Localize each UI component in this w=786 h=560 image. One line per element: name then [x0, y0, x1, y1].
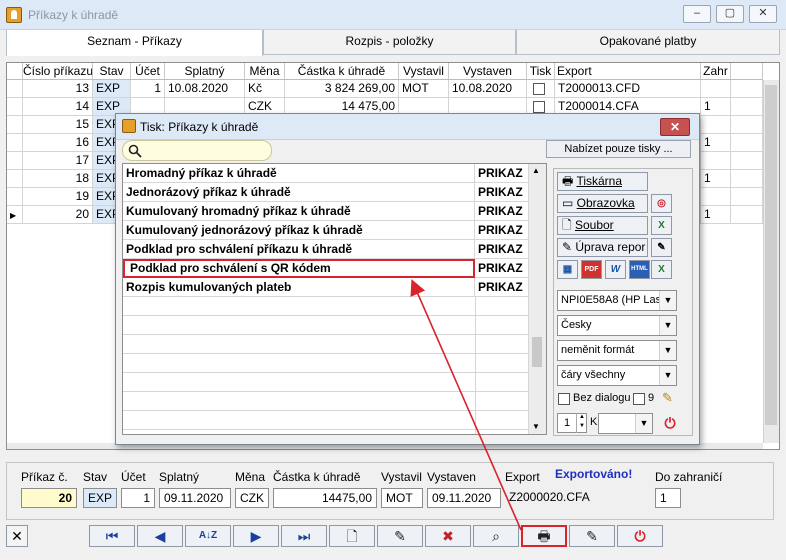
- annotation-arrow: [410, 279, 522, 531]
- arrow-line: [410, 279, 522, 531]
